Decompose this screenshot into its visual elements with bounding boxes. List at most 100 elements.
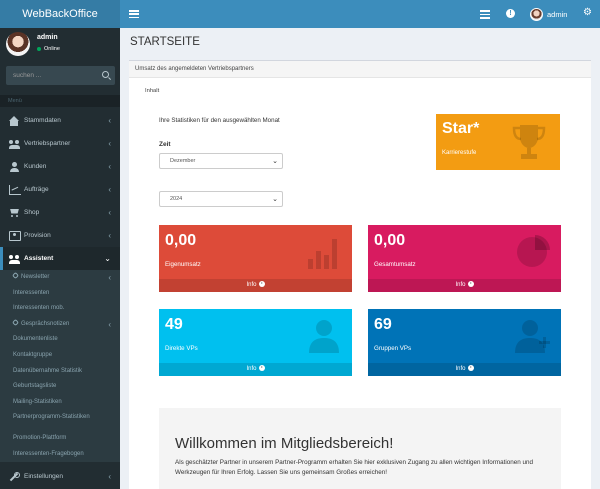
avatar bbox=[6, 32, 30, 56]
submenu-item-partnerprogramm[interactable]: Partnerprogramm-Statistiken bbox=[0, 410, 120, 426]
search-input[interactable] bbox=[6, 66, 96, 85]
direkte-vps-label: Direkte VPs bbox=[165, 345, 198, 352]
welcome-text: Als geschätzter Partner in unserem Partn… bbox=[175, 459, 534, 476]
eigenumsatz-value: 0,00 bbox=[165, 232, 197, 249]
sidebar-item-shop[interactable]: Shop ‹ bbox=[0, 201, 120, 224]
gear-icon[interactable]: ⚙ bbox=[583, 7, 592, 19]
submenu-item-dokumentenliste[interactable]: Dokumentenliste bbox=[0, 332, 120, 348]
arrow-circle-right-icon bbox=[467, 364, 474, 371]
chevron-down-icon: ⌄ bbox=[104, 254, 111, 263]
pie-chart-icon bbox=[517, 235, 550, 267]
submenu-item-datenuebernahme[interactable]: Datenübernahme Statistik bbox=[0, 364, 120, 380]
sidebar-username: admin bbox=[37, 34, 58, 41]
eigenumsatz-info-link[interactable]: Info bbox=[159, 279, 352, 292]
submenu-item-mailing-statistiken[interactable]: Mailing-Statistiken bbox=[0, 395, 120, 411]
cart-icon bbox=[9, 208, 21, 218]
career-level-box: Star* Karrierestufe bbox=[436, 114, 560, 170]
gruppen-vps-box: 69 Gruppen VPs Info bbox=[368, 309, 561, 376]
page-title: STARTSEITE bbox=[130, 36, 200, 48]
month-select[interactable]: Dezember ⌄ bbox=[159, 153, 283, 169]
stats-box: Umsatz des angemeldeten Vertriebspartner… bbox=[129, 60, 591, 489]
sidebar-item-label: Kunden bbox=[24, 163, 47, 170]
direkte-vps-value: 49 bbox=[165, 316, 183, 333]
arrow-circle-right-icon bbox=[467, 280, 474, 287]
chevron-left-icon: ‹ bbox=[108, 116, 111, 125]
assistent-submenu: Newsletter ‹ Interessenten Interessenten … bbox=[0, 270, 120, 463]
list-icon[interactable] bbox=[480, 8, 490, 21]
month-select-value: Dezember bbox=[170, 158, 196, 164]
eigenumsatz-box: 0,00 Eigenumsatz Info bbox=[159, 225, 352, 292]
welcome-title: Willkommen im Mitgliedsbereich! bbox=[175, 435, 394, 452]
chevron-left-icon: ‹ bbox=[108, 162, 111, 171]
chevron-down-icon: ⌄ bbox=[272, 196, 278, 203]
sidebar-item-label: Assistent bbox=[24, 255, 54, 262]
user-plus-icon bbox=[515, 320, 550, 353]
sidebar-item-stammdaten[interactable]: Stammdaten ‹ bbox=[0, 109, 120, 132]
wrench-icon bbox=[9, 471, 21, 482]
gesamtumsatz-value: 0,00 bbox=[374, 232, 406, 249]
money-icon bbox=[9, 231, 21, 241]
submenu-item-interessenten-mob[interactable]: Interessenten mob. bbox=[0, 301, 120, 317]
online-status: Online bbox=[37, 46, 60, 52]
gruppen-vps-info-link[interactable]: Info bbox=[368, 363, 561, 376]
chevron-left-icon: ‹ bbox=[108, 472, 111, 482]
users-icon bbox=[9, 254, 21, 264]
sidebar-item-provision[interactable]: Provision ‹ bbox=[0, 224, 120, 247]
sidebar-item-label: Shop bbox=[24, 209, 40, 216]
submenu-item-gespraechsnotizen[interactable]: Gesprächsnotizen ‹ bbox=[0, 317, 120, 333]
direkte-vps-info-link[interactable]: Info bbox=[159, 363, 352, 376]
submenu-label: Gesprächsnotizen bbox=[21, 320, 70, 327]
arrow-circle-right-icon bbox=[258, 280, 265, 287]
submenu-item-newsletter[interactable]: Newsletter ‹ bbox=[0, 270, 120, 286]
sidebar-item-assistent[interactable]: Assistent ⌄ bbox=[0, 247, 120, 270]
box-title: Umsatz des angemeldeten Vertriebspartner… bbox=[129, 61, 591, 78]
sidebar-item-label: Einstellungen bbox=[24, 473, 64, 481]
year-select-value: 2024 bbox=[170, 196, 183, 202]
submenu-item-fragebogen[interactable]: Interessenten-Fragebogen bbox=[0, 447, 120, 463]
sidebar-item-auftraege[interactable]: Aufträge ‹ bbox=[0, 178, 120, 201]
gesamtumsatz-info-link[interactable]: Info bbox=[368, 279, 561, 292]
chevron-left-icon: ‹ bbox=[108, 185, 111, 194]
app-logo[interactable]: WebBackOffice bbox=[0, 0, 120, 28]
year-select[interactable]: 2024 ⌄ bbox=[159, 191, 283, 207]
submenu-item-promotion[interactable]: Promotion-Plattform bbox=[0, 431, 120, 447]
sidebar: admin Online Menü Stammdaten ‹ Vertriebs… bbox=[0, 28, 120, 489]
header-username: admin bbox=[547, 9, 568, 19]
sidebar-item-vertriebspartner[interactable]: Vertriebspartner ‹ bbox=[0, 132, 120, 155]
info-label: Info bbox=[246, 366, 257, 372]
sidebar-toggle-icon[interactable] bbox=[128, 8, 140, 20]
user-icon bbox=[9, 161, 21, 172]
info-label: Info bbox=[455, 366, 466, 372]
chevron-left-icon: ‹ bbox=[108, 139, 111, 148]
chevron-down-icon: ⌄ bbox=[272, 158, 278, 165]
submenu-label: Newsletter bbox=[21, 274, 50, 280]
chevron-left-icon: ‹ bbox=[108, 273, 111, 282]
submenu-item-kontaktgruppe[interactable]: Kontaktgruppe bbox=[0, 348, 120, 364]
welcome-panel: Willkommen im Mitgliedsbereich! Als gesc… bbox=[159, 408, 561, 489]
submenu-item-interessenten[interactable]: Interessenten bbox=[0, 286, 120, 302]
info-label: Info bbox=[246, 282, 257, 288]
stats-description: Ihre Statistiken für den ausgewählten Mo… bbox=[159, 117, 280, 124]
submenu-item-geburtstagsliste[interactable]: Geburtstagsliste bbox=[0, 379, 120, 395]
career-level-label: Karrierestufe bbox=[442, 150, 477, 156]
bar-chart-icon bbox=[308, 239, 337, 269]
direkte-vps-box: 49 Direkte VPs Info bbox=[159, 309, 352, 376]
status-text: Online bbox=[44, 46, 60, 52]
chart-icon bbox=[9, 184, 21, 195]
user-icon bbox=[309, 320, 339, 353]
sidebar-search bbox=[6, 66, 115, 85]
tab-inhalt[interactable]: Inhalt bbox=[145, 88, 159, 94]
sidebar-item-label: Vertriebspartner bbox=[24, 140, 71, 147]
info-label: Info bbox=[455, 282, 466, 288]
sidebar-item-kunden[interactable]: Kunden ‹ bbox=[0, 155, 120, 178]
gesamtumsatz-box: 0,00 Gesamtumsatz Info bbox=[368, 225, 561, 292]
chevron-left-icon: ‹ bbox=[108, 319, 111, 329]
sidebar-item-label: Provision bbox=[24, 232, 51, 239]
user-menu[interactable]: admin bbox=[530, 6, 567, 22]
users-icon bbox=[9, 139, 21, 149]
sidebar-item-einstellungen[interactable]: Einstellungen ‹ bbox=[0, 465, 120, 488]
gesamtumsatz-label: Gesamtumsatz bbox=[374, 261, 416, 268]
chevron-left-icon: ‹ bbox=[108, 208, 111, 217]
search-icon[interactable] bbox=[102, 71, 109, 78]
info-icon[interactable]: ! bbox=[506, 9, 515, 18]
